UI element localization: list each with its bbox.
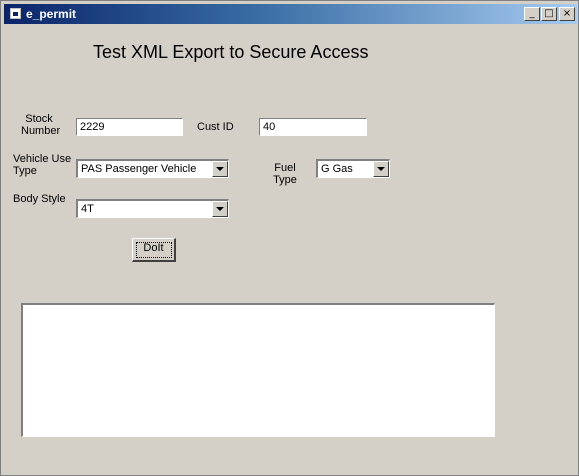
body-style-label: Body Style xyxy=(13,193,66,205)
fuel-type-value: G Gas xyxy=(321,163,353,175)
close-button[interactable]: × xyxy=(559,7,575,21)
vehicle-use-type-select[interactable]: PAS Passenger Vehicle xyxy=(76,159,229,178)
title-bar[interactable]: e_permit _ □ × xyxy=(4,4,577,24)
cust-id-input[interactable]: 40 xyxy=(259,118,367,136)
dropdown-arrow-icon[interactable] xyxy=(373,161,389,177)
output-textarea[interactable] xyxy=(21,303,495,437)
window-title: e_permit xyxy=(26,7,77,21)
app-window: e_permit _ □ × Test XML Export to Secure… xyxy=(0,0,579,476)
stock-number-input[interactable]: 2229 xyxy=(76,118,183,136)
doit-button[interactable]: DoIt xyxy=(132,238,176,262)
page-title: Test XML Export to Secure Access xyxy=(93,42,369,62)
fuel-type-select[interactable]: G Gas xyxy=(316,159,390,178)
minimize-button[interactable]: _ xyxy=(524,7,540,21)
app-icon[interactable] xyxy=(10,8,21,19)
cust-id-label: Cust ID xyxy=(197,121,234,133)
stock-number-label: Stock Number xyxy=(21,113,61,137)
maximize-button[interactable]: □ xyxy=(541,7,557,21)
body-style-value: 4T xyxy=(81,203,94,215)
dropdown-arrow-icon[interactable] xyxy=(212,201,228,217)
body-style-select[interactable]: 4T xyxy=(76,199,229,218)
vehicle-use-type-label: Vehicle Use Type xyxy=(13,153,72,177)
dropdown-arrow-icon[interactable] xyxy=(212,161,228,177)
vehicle-use-type-value: PAS Passenger Vehicle xyxy=(81,163,197,175)
fuel-type-label: Fuel Type xyxy=(273,162,297,186)
